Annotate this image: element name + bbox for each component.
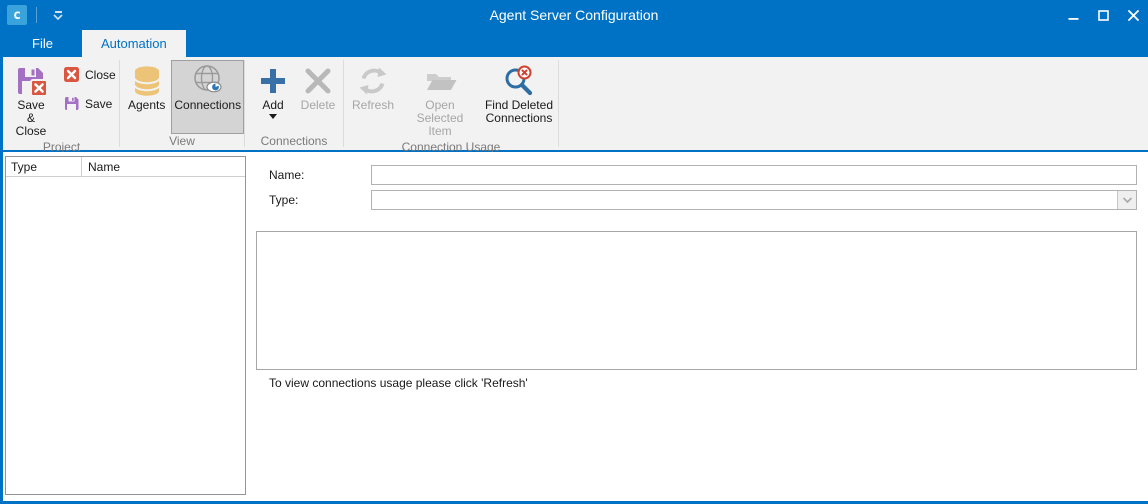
- window-border-left: [0, 57, 3, 504]
- ribbon-tab-row: File Automation: [0, 30, 1148, 57]
- type-combobox-dropdown-button[interactable]: [1117, 191, 1136, 209]
- tab-automation[interactable]: Automation: [82, 30, 186, 57]
- connections-list-panel: Type Name: [5, 156, 246, 495]
- app-window: c Agent Server Configuration: [0, 0, 1148, 504]
- tab-file[interactable]: File: [10, 30, 75, 57]
- type-field-label: Type:: [269, 193, 371, 207]
- close-project-button[interactable]: Close: [59, 64, 120, 85]
- ribbon-separator: [244, 60, 245, 147]
- column-header-type[interactable]: Type: [6, 157, 82, 176]
- project-group-body: Save & Close Close: [5, 57, 118, 140]
- connection-usage-results-box: [256, 231, 1137, 370]
- save-and-close-icon: [14, 63, 48, 99]
- view-group-body: Agents Connections: [121, 57, 243, 134]
- ribbon-group-project: Save & Close Close: [5, 57, 118, 150]
- close-icon: [1128, 10, 1139, 21]
- type-row: Type:: [247, 190, 1137, 210]
- add-connection-button[interactable]: Add: [252, 60, 294, 134]
- save-and-close-label: Save & Close: [14, 99, 48, 138]
- open-selected-item-label: Open Selected Item: [404, 99, 476, 138]
- connections-label: Connections: [174, 99, 241, 112]
- ribbon-separator: [558, 60, 559, 147]
- ribbon-separator: [119, 60, 120, 147]
- save-label: Save: [85, 97, 112, 111]
- delete-label: Delete: [301, 99, 336, 112]
- close-button[interactable]: [1118, 0, 1148, 30]
- connection-detail-panel: Name: Type: To view connections usage pl…: [247, 152, 1148, 502]
- window-title: Agent Server Configuration: [0, 7, 1148, 23]
- ribbon-separator: [343, 60, 344, 147]
- ribbon-group-connection-usage: Refresh Open Selected Item: [345, 57, 557, 150]
- maximize-button[interactable]: [1088, 0, 1118, 30]
- add-dropdown-arrow-icon: [269, 114, 277, 119]
- title-bar: c Agent Server Configuration: [0, 0, 1148, 30]
- save-icon: [63, 95, 80, 112]
- find-deleted-connections-button[interactable]: Find Deleted Connections: [481, 60, 557, 134]
- refresh-button: Refresh: [349, 60, 397, 134]
- list-header: Type Name: [6, 157, 245, 177]
- refresh-label: Refresh: [352, 99, 394, 112]
- window-controls: [1058, 0, 1148, 30]
- name-field-label: Name:: [269, 168, 371, 182]
- connection-usage-group-body: Refresh Open Selected Item: [345, 57, 557, 140]
- connections-globe-icon: [191, 63, 225, 99]
- delete-x-icon: [302, 63, 334, 99]
- find-deleted-connections-label: Find Deleted Connections: [484, 99, 554, 125]
- find-deleted-magnifier-icon: [503, 63, 535, 99]
- main-content: Type Name Name: Type:: [0, 152, 1148, 502]
- column-header-name[interactable]: Name: [82, 157, 245, 176]
- quick-access-separator: [36, 7, 37, 23]
- agents-label: Agents: [128, 99, 165, 112]
- refresh-icon: [357, 63, 389, 99]
- usage-hint-text: To view connections usage please click '…: [269, 376, 1137, 390]
- add-plus-icon: [257, 63, 289, 99]
- quick-access-dropdown-button[interactable]: [45, 4, 71, 26]
- agents-button[interactable]: Agents: [125, 60, 168, 134]
- open-folder-icon: [423, 63, 457, 99]
- overline-icon: [55, 11, 62, 13]
- view-group-label: View: [121, 134, 243, 150]
- maximize-icon: [1098, 10, 1109, 21]
- type-combobox[interactable]: [371, 190, 1137, 210]
- name-input[interactable]: [371, 165, 1137, 185]
- close-project-label: Close: [85, 68, 116, 82]
- minimize-button[interactable]: [1058, 0, 1088, 30]
- add-label: Add: [262, 99, 283, 112]
- ribbon: Save & Close Close: [0, 57, 1148, 152]
- app-icon: c: [7, 5, 27, 25]
- ribbon-group-view: Agents Connections: [121, 57, 243, 150]
- name-row: Name:: [247, 165, 1137, 185]
- minimize-icon: [1068, 10, 1079, 21]
- type-combobox-input[interactable]: [372, 191, 1117, 209]
- save-button[interactable]: Save: [59, 93, 120, 114]
- chevron-down-icon: [53, 14, 63, 20]
- ribbon-group-connections: Add Delete Connections: [246, 57, 342, 150]
- delete-connection-button: Delete: [296, 60, 340, 134]
- save-and-close-button[interactable]: Save & Close: [11, 60, 51, 140]
- chevron-down-icon: [1122, 197, 1133, 204]
- agents-database-icon: [131, 63, 163, 99]
- connections-group-label: Connections: [246, 134, 342, 150]
- connections-button[interactable]: Connections: [171, 60, 244, 134]
- project-small-buttons: Close Save: [59, 64, 120, 114]
- open-selected-item-button: Open Selected Item: [401, 60, 479, 140]
- connections-group-body: Add Delete: [246, 57, 342, 134]
- list-body[interactable]: [6, 177, 245, 494]
- close-red-icon: [63, 66, 80, 83]
